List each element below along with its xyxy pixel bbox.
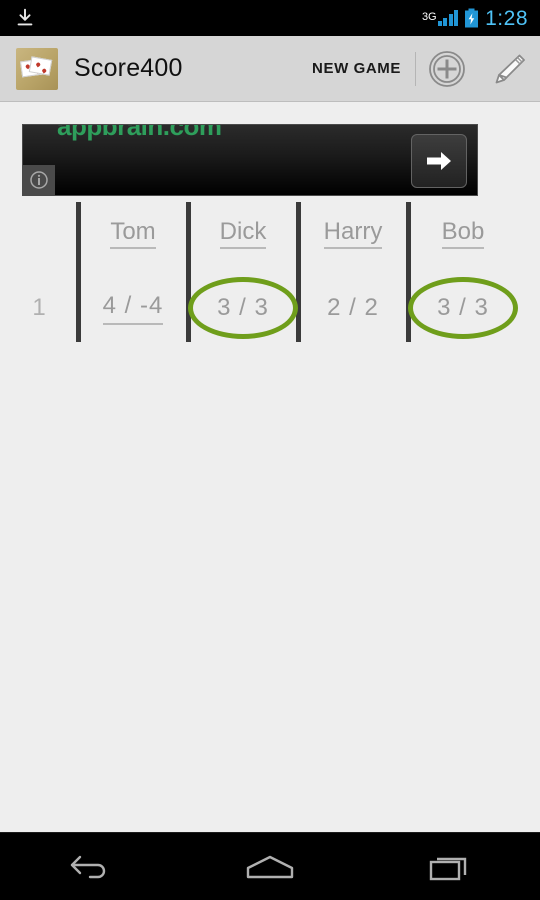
- ad-text: appbrain.com: [57, 124, 222, 141]
- score-cell-tom[interactable]: 4 / -4: [78, 280, 188, 336]
- status-bar-clock: 1:28: [485, 6, 528, 30]
- round-number-label: 1: [32, 294, 46, 321]
- signal-bars-icon: 3G: [421, 10, 459, 26]
- player-name-label: Tom: [110, 218, 156, 250]
- table-row: 1 4 / -4 3 / 3 2 / 2 3 / 3: [0, 277, 540, 339]
- player-header-bob[interactable]: Bob: [408, 212, 518, 256]
- player-header-dick[interactable]: Dick: [188, 212, 298, 256]
- recent-apps-icon: [429, 857, 467, 880]
- player-name-label: Dick: [219, 218, 267, 250]
- round-number-cell: 1: [0, 280, 78, 336]
- nav-recents-button[interactable]: [390, 833, 510, 900]
- ad-info-button[interactable]: [23, 165, 55, 195]
- battery-charging-icon: [465, 8, 479, 28]
- score-value: 2 / 2: [327, 294, 379, 321]
- player-name-label: Bob: [441, 218, 485, 250]
- arrow-right-icon: [427, 152, 451, 170]
- phone-screen: 3G 1:28 Score400 NEW GAME appbrain.com T…: [0, 0, 540, 900]
- circle-plus-icon: [429, 50, 465, 87]
- ad-arrow-button[interactable]: [411, 134, 467, 188]
- network-type-label: 3G: [421, 11, 437, 23]
- score-value: 3 / 3: [437, 294, 489, 321]
- playing-cards-app-icon: [16, 47, 58, 90]
- player-header-harry[interactable]: Harry: [298, 212, 408, 256]
- score-cell-bob[interactable]: 3 / 3: [408, 277, 518, 339]
- info-icon: [30, 171, 48, 189]
- home-icon: [246, 855, 294, 878]
- pencil-icon: [495, 54, 525, 83]
- back-arrow-icon: [70, 855, 106, 878]
- signal-strength-bars: [437, 10, 459, 26]
- edit-button[interactable]: [478, 36, 540, 102]
- status-bar-right: 3G 1:28: [422, 8, 540, 29]
- score-value: 4 / -4: [102, 292, 164, 325]
- player-header-tom[interactable]: Tom: [78, 212, 188, 256]
- ad-banner[interactable]: appbrain.com: [22, 124, 478, 196]
- player-name-label: Harry: [323, 218, 383, 250]
- new-game-button[interactable]: NEW GAME: [312, 60, 415, 77]
- header-corner-cell: [0, 212, 78, 256]
- android-navigation-bar: [0, 832, 540, 900]
- scoreboard-header-row: Tom Dick Harry Bob: [0, 212, 540, 256]
- nav-back-button[interactable]: [30, 833, 150, 900]
- score-value: 3 / 3: [217, 294, 269, 321]
- nav-home-button[interactable]: [210, 833, 330, 900]
- status-bar-left: [0, 7, 422, 29]
- status-bar: 3G 1:28: [0, 0, 540, 36]
- add-player-button[interactable]: [416, 36, 478, 102]
- download-icon: [17, 8, 33, 26]
- score-cell-harry[interactable]: 2 / 2: [298, 280, 408, 336]
- score-cell-dick[interactable]: 3 / 3: [188, 277, 298, 339]
- action-bar: Score400 NEW GAME: [0, 36, 540, 102]
- page-title: Score400: [74, 54, 183, 82]
